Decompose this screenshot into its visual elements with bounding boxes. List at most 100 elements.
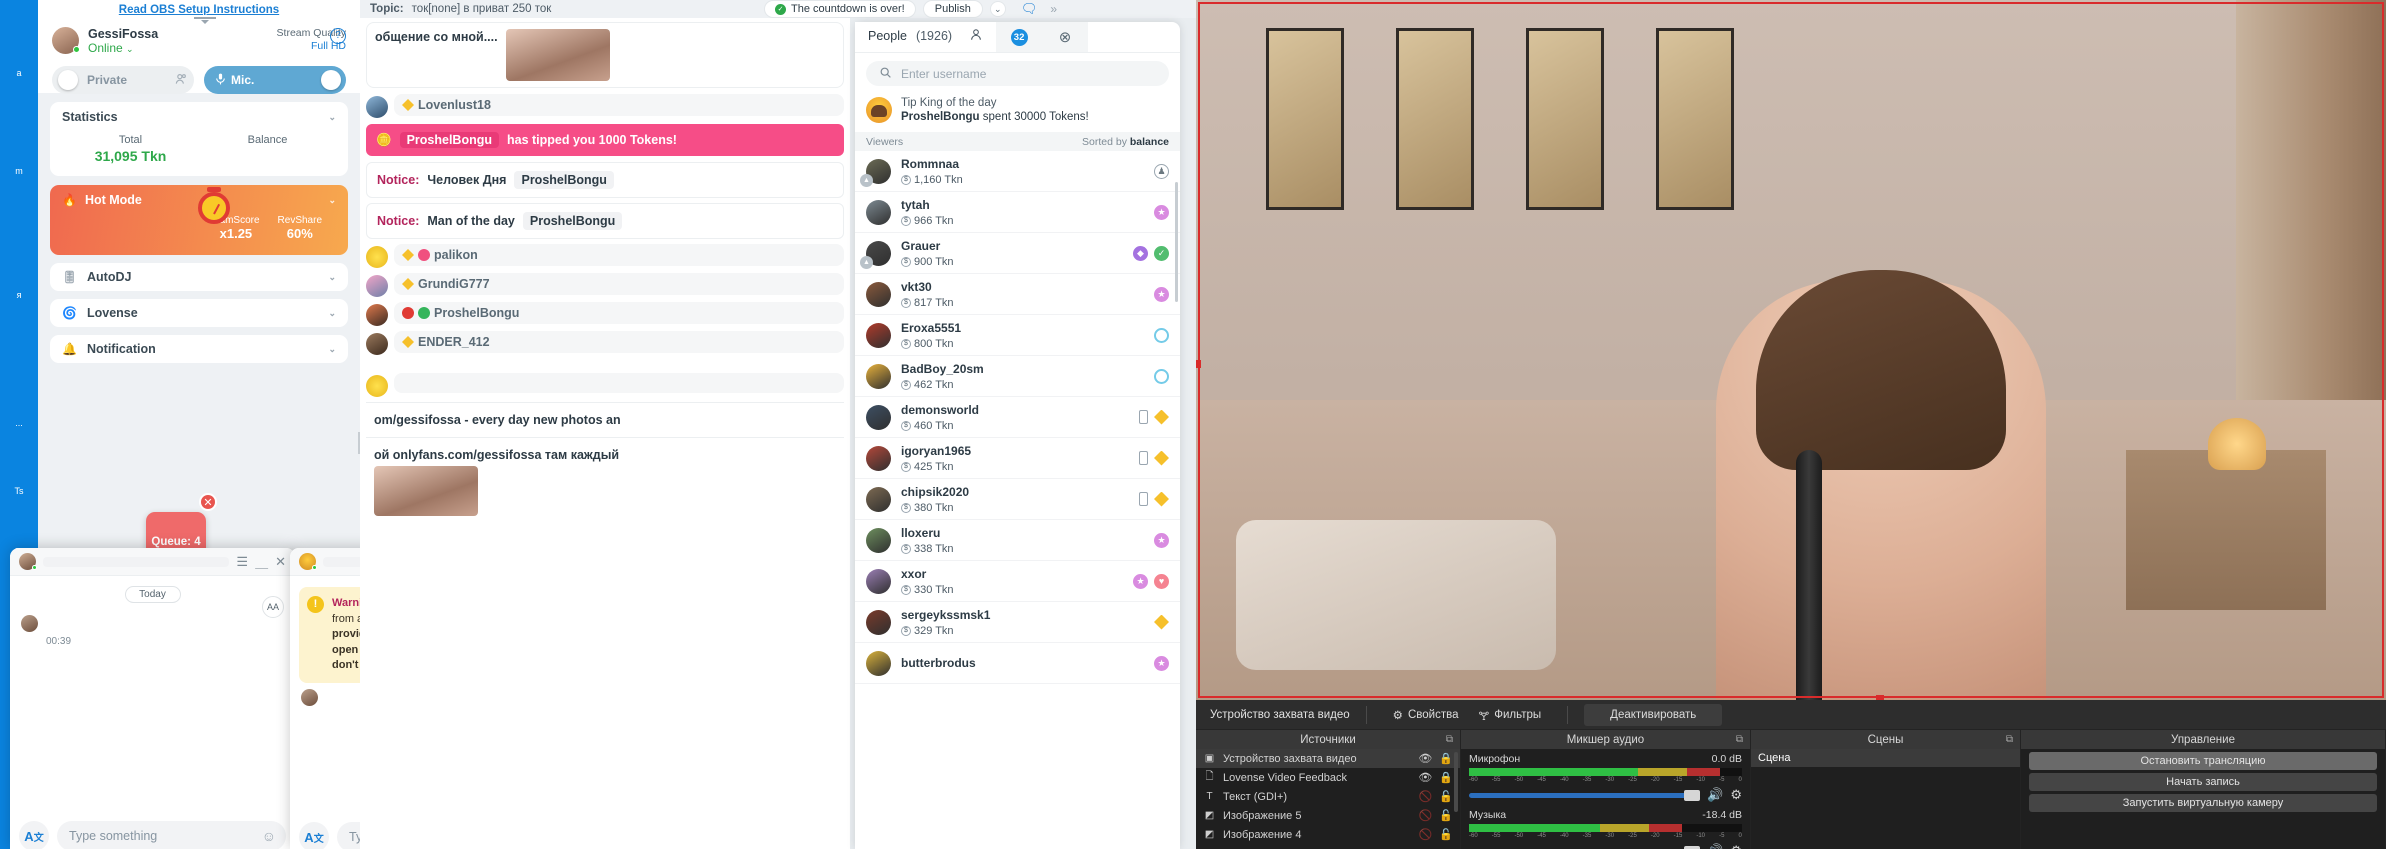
font-size-button[interactable]: AA xyxy=(262,596,284,618)
panel-drag-handle[interactable] xyxy=(188,15,222,24)
video-handle[interactable] xyxy=(1196,360,1201,368)
visibility-icon[interactable]: 👁 xyxy=(1418,771,1432,784)
viewer-row[interactable]: tytah $966 Tkn ★ xyxy=(855,192,1180,233)
avatar[interactable] xyxy=(366,275,388,297)
gear-icon[interactable]: ⚙ xyxy=(1730,843,1742,849)
viewer-row[interactable]: sergeykssmsk1 $329 Tkn xyxy=(855,602,1180,643)
avatar[interactable] xyxy=(866,650,891,676)
obs-control-button[interactable]: Начать запись xyxy=(2029,773,2377,791)
viewer-row[interactable]: demonsworld $460 Tkn xyxy=(855,397,1180,438)
chat-link-line[interactable]: ой onlyfans.com/gessifossa там каждый xyxy=(366,438,844,466)
hot-mode-card[interactable]: 🔥 Hot Mode ⌄ CamScore x1.25 RevShare 60% xyxy=(50,185,348,255)
volume-slider[interactable] xyxy=(1469,789,1701,801)
obs-control-button[interactable]: Остановить трансляцию xyxy=(2029,752,2377,770)
viewer-row[interactable]: xxor $330 Tkn ★ ♥ xyxy=(855,561,1180,602)
obs-source-item[interactable]: T Текст (GDI+) 🚫 🔓 xyxy=(1196,787,1460,806)
sidebar-item-lovense[interactable]: 🌀 Lovense ⌄ xyxy=(50,299,348,327)
private-toggle[interactable]: Private xyxy=(52,66,194,94)
chat-username[interactable]: ENDER_412 xyxy=(418,335,490,349)
message-input[interactable]: Type something ☺ xyxy=(57,821,286,849)
minimize-icon[interactable]: ＿ xyxy=(255,552,268,571)
messenger-window-left[interactable]: ☰ ＿ ✕ Today AA 00:39 A文 Type something ☺ xyxy=(10,548,295,849)
mic-toggle[interactable]: Mic. xyxy=(204,66,346,94)
chat-username[interactable]: GrundiG777 xyxy=(418,277,490,291)
gear-icon[interactable]: ⚙ xyxy=(1730,787,1742,803)
lock-icon[interactable]: 🔓 xyxy=(1439,828,1453,841)
visibility-icon[interactable]: 🚫 xyxy=(1419,828,1433,841)
viewer-row[interactable]: chipsik2020 $380 Tkn xyxy=(855,479,1180,520)
smiley-icon[interactable]: ☺ xyxy=(262,828,276,844)
avatar[interactable] xyxy=(866,404,891,430)
avatar[interactable] xyxy=(866,486,891,512)
viewer-name[interactable]: igoryan1965 xyxy=(901,444,971,458)
chevron-down-icon[interactable]: ⌄ xyxy=(989,1,1006,17)
undock-icon[interactable]: ⧉ xyxy=(2006,734,2013,745)
chevron-down-icon[interactable]: ⌄ xyxy=(328,272,336,283)
avatar[interactable] xyxy=(866,568,891,594)
viewer-name[interactable]: lloxeru xyxy=(901,526,940,540)
viewer-name[interactable]: Eroxa5551 xyxy=(901,321,961,335)
avatar[interactable] xyxy=(866,363,891,389)
viewer-list[interactable]: ▲ Rommnaa $1,160 Tkn ♟ tytah $966 Tkn ★ ▲ Grauer… xyxy=(855,151,1180,684)
avatar[interactable]: ▲ xyxy=(860,158,891,187)
obs-sources-scrollbar[interactable] xyxy=(1454,752,1458,812)
tip-username[interactable]: ProshelBongu xyxy=(399,132,499,148)
viewer-row[interactable]: butterbrodus ★ xyxy=(855,643,1180,684)
avatar[interactable] xyxy=(366,375,388,397)
sidebar-item-notification[interactable]: 🔔 Notification ⌄ xyxy=(50,335,348,363)
queue-close-icon[interactable]: ✕ xyxy=(199,493,217,511)
avatar[interactable] xyxy=(866,445,891,471)
viewer-row[interactable]: ▲ Grauer $900 Tkn ◆ ✓ xyxy=(855,233,1180,274)
avatar[interactable] xyxy=(866,609,891,635)
obs-source-item[interactable]: ▣ Устройство захвата видео 👁 🔒 xyxy=(1196,749,1460,768)
chevron-down-icon[interactable]: ⌄ xyxy=(328,344,336,355)
viewer-name[interactable]: butterbrodus xyxy=(901,656,976,670)
viewer-name[interactable]: vkt30 xyxy=(901,280,932,294)
viewer-row[interactable]: Eroxa5551 $800 Tkn xyxy=(855,315,1180,356)
viewer-row[interactable]: BadBoy_20sm $462 Tkn xyxy=(855,356,1180,397)
viewer-name[interactable]: tytah xyxy=(901,198,930,212)
panel-splitter[interactable] xyxy=(354,430,364,456)
rail-label[interactable]: ... xyxy=(0,418,38,428)
avatar[interactable] xyxy=(866,199,891,225)
tab-people[interactable]: People (1926) xyxy=(855,22,997,52)
obs-setup-link[interactable]: Read OBS Setup Instructions xyxy=(119,4,279,16)
visibility-icon[interactable]: 🚫 xyxy=(1419,790,1433,803)
obs-mixer-channel[interactable]: Микрофон 0.0 dB -60 -55 -50 -45 -40 -35 -30 -25 -2… xyxy=(1461,749,1750,805)
avatar[interactable] xyxy=(866,97,892,123)
video-preview[interactable] xyxy=(1196,0,2386,700)
username-search-input[interactable]: Enter username xyxy=(866,61,1169,86)
rail-label[interactable]: m xyxy=(0,166,38,176)
viewer-list-scrollbar[interactable] xyxy=(1175,182,1178,302)
chat-link-line[interactable]: om/gessifossa - every day new photos an xyxy=(366,402,844,438)
obs-deactivate-button[interactable]: Деактивировать xyxy=(1584,703,1723,726)
avatar[interactable] xyxy=(52,27,80,54)
viewer-name[interactable]: Rommnaa xyxy=(901,157,959,171)
messenger-left-header[interactable]: ☰ ＿ ✕ xyxy=(10,548,295,576)
lock-icon[interactable]: 🔓 xyxy=(1439,809,1453,822)
obs-control-button[interactable]: Запустить виртуальную камеру xyxy=(2029,794,2377,812)
viewer-row[interactable]: lloxeru $338 Tkn ★ xyxy=(855,520,1180,561)
notice-pill[interactable]: ProshelBongu xyxy=(522,212,623,230)
hamburger-icon[interactable]: ☰ xyxy=(236,554,248,570)
obs-scene-list[interactable]: Сцена xyxy=(1751,749,2020,849)
lock-icon[interactable]: 🔓 xyxy=(1439,790,1453,803)
tip-king-user[interactable]: ProshelBongu xyxy=(901,111,980,123)
rail-label[interactable]: я xyxy=(0,290,38,300)
obs-source-item[interactable]: ◩ Изображение 4 🚫 🔓 xyxy=(1196,825,1460,844)
viewer-name[interactable]: demonsworld xyxy=(901,403,979,417)
publish-button[interactable]: Publish xyxy=(922,0,983,18)
visibility-icon[interactable]: 🚫 xyxy=(1419,809,1433,822)
viewer-name[interactable]: chipsik2020 xyxy=(901,485,969,499)
avatar[interactable] xyxy=(366,333,388,355)
chat-photo-thumbnail[interactable] xyxy=(505,29,610,81)
avatar[interactable] xyxy=(366,304,388,326)
visibility-icon[interactable]: 👁 xyxy=(1418,752,1432,765)
avatar[interactable] xyxy=(366,96,388,118)
topic-value[interactable]: ток[none] в приват 250 ток xyxy=(412,3,552,15)
chevron-down-icon[interactable]: ⌄ xyxy=(328,195,336,206)
undock-icon[interactable]: ⧉ xyxy=(1446,734,1453,745)
avatar[interactable] xyxy=(866,527,891,553)
chat-username[interactable]: palikon xyxy=(434,248,478,262)
chat-username[interactable]: ProshelBongu xyxy=(434,306,519,320)
